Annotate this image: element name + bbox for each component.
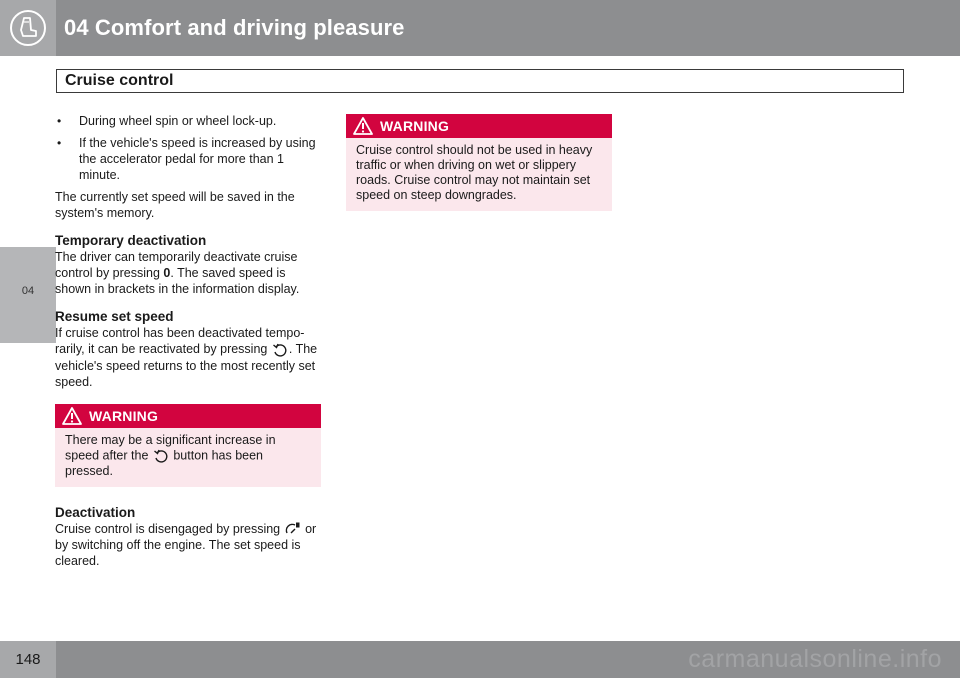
warning-triangle-icon	[62, 406, 82, 425]
resume-paragraph: If cruise control has been deactivated t…	[55, 326, 318, 389]
section-title-box: Cruise control	[56, 69, 904, 93]
resume-arrow-icon	[153, 449, 168, 463]
chapter-tab-strip	[0, 56, 56, 641]
chapter-tab-label: 04	[21, 285, 35, 297]
temporary-deactivation-paragraph: The driver can temporarily deactivate cr…	[55, 250, 300, 296]
warning-box-traffic: WARNING Cruise control should not be use…	[346, 114, 612, 211]
warning-box-resume: WARNING There may be a significant incre…	[55, 403, 321, 487]
temporary-deactivation-heading: Temporary deactivation	[55, 233, 207, 248]
warning-header: WARNING	[346, 114, 612, 138]
deactivation-paragraph: Cruise control is disengaged by pressing…	[55, 521, 317, 569]
section-title: Cruise control	[65, 72, 174, 89]
deactivation-heading: Deactivation	[55, 504, 136, 520]
chapter-header: 04 Comfort and driving pleasure	[0, 0, 960, 56]
page-footer: 148 carmanualsonline.info	[0, 641, 960, 678]
page-number: 148	[15, 651, 41, 668]
page-number-box: 148	[0, 641, 56, 678]
watermark: carmanualsonline.info	[688, 645, 942, 673]
warning-header: WARNING	[55, 403, 321, 428]
text-column-right: WARNING Cruise control should not be use…	[346, 114, 612, 211]
list-item: If the vehicle's speed is increased by u…	[55, 135, 321, 183]
seat-icon	[0, 0, 56, 56]
list-item: During wheel spin or wheel lock-up.	[55, 113, 321, 129]
resume-arrow-icon	[272, 343, 287, 357]
warning-text: There may be a significant increase in s…	[65, 432, 276, 478]
bullet-list: During wheel spin or wheel lock-up. If t…	[55, 113, 321, 183]
warning-title: WARNING	[380, 118, 450, 134]
cruise-off-icon	[285, 522, 300, 534]
resume-heading: Resume set speed	[55, 309, 174, 324]
warning-text: Cruise control should not be used in hea…	[356, 143, 593, 202]
warning-title: WARNING	[89, 407, 159, 424]
memory-paragraph: The currently set speed will be saved in…	[55, 190, 295, 220]
warning-triangle-icon	[353, 117, 373, 135]
text-column-left: During wheel spin or wheel lock-up. If t…	[55, 113, 321, 581]
chapter-title: 04 Comfort and driving pleasure	[64, 15, 405, 40]
